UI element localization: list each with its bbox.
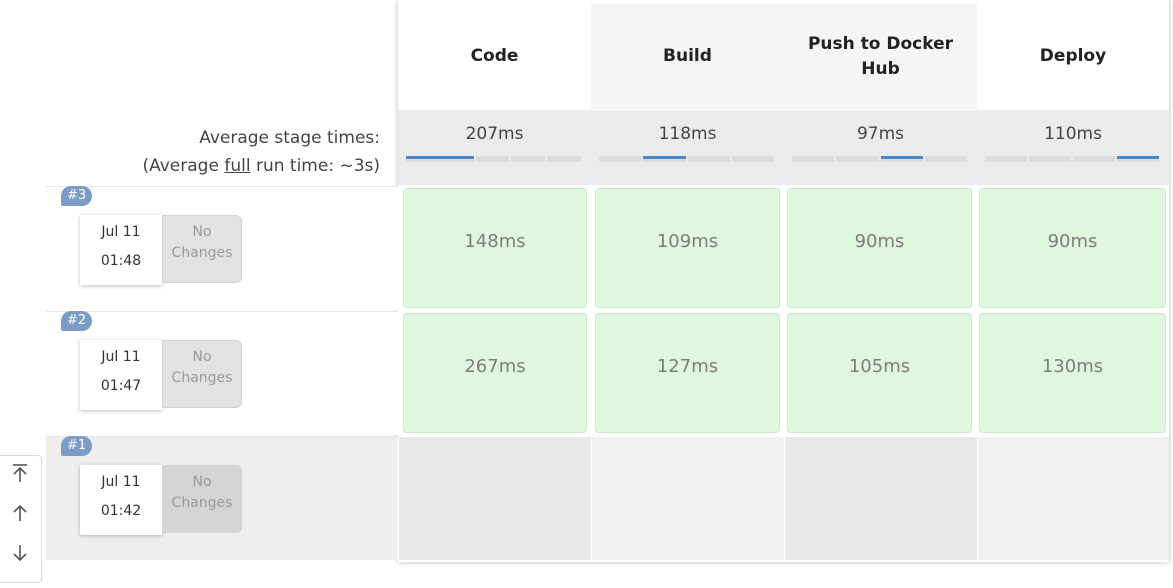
stage-cell-empty [399, 437, 591, 560]
stage-cell-empty [592, 437, 784, 560]
scroll-up-icon[interactable] [0, 496, 40, 536]
stage-cell-success[interactable]: 127ms [595, 313, 780, 433]
build-row: #1 Jul 11 01:42 No Changes [46, 436, 398, 560]
build-date-box[interactable]: Jul 11 01:48 [80, 215, 162, 285]
build-number-badge[interactable]: #2 [61, 311, 93, 331]
stage-cell-success[interactable]: 267ms [403, 313, 587, 433]
scroll-controls [0, 455, 42, 583]
build-date-box[interactable]: Jul 11 01:47 [80, 340, 162, 410]
changes-box[interactable]: No Changes [162, 215, 242, 283]
stage-cell-empty [785, 437, 977, 560]
stage-progress-bar [792, 156, 969, 162]
stage-cell-success[interactable]: 109ms [595, 188, 780, 308]
stage-header-deploy: Deploy [977, 4, 1169, 109]
build-row: #3 Jul 11 01:48 No Changes [46, 186, 398, 310]
stage-cell-success[interactable]: 130ms [979, 313, 1166, 433]
stage-cell-success[interactable]: 90ms [787, 188, 972, 308]
full-run-link[interactable]: full [224, 156, 250, 176]
stage-cell-success[interactable]: 148ms [403, 188, 587, 308]
build-row: #2 Jul 11 01:47 No Changes [46, 311, 398, 435]
stage-progress-bar [599, 156, 776, 162]
scroll-to-top-icon[interactable] [0, 456, 40, 496]
average-time-build: 118ms [591, 110, 784, 185]
stage-cell-success[interactable]: 90ms [979, 188, 1166, 308]
stage-header-push: Push to Docker Hub [784, 4, 977, 109]
changes-box[interactable]: No Changes [162, 465, 242, 533]
changes-box[interactable]: No Changes [162, 340, 242, 408]
stage-header-build: Build [591, 4, 784, 109]
build-number-badge[interactable]: #3 [61, 186, 93, 206]
stage-cell-empty [978, 437, 1169, 560]
average-time-deploy: 110ms [977, 110, 1169, 185]
stage-progress-bar [406, 156, 583, 162]
average-time-push: 97ms [784, 110, 977, 185]
average-stage-times-label: Average stage times: (Average full run t… [142, 128, 380, 177]
stage-header-code: Code [398, 4, 591, 109]
build-date-box[interactable]: Jul 11 01:42 [80, 465, 162, 535]
average-time-code: 207ms [398, 110, 591, 185]
stage-progress-bar [985, 156, 1161, 162]
build-number-badge[interactable]: #1 [61, 436, 93, 456]
stage-cell-success[interactable]: 105ms [787, 313, 972, 433]
scroll-down-icon[interactable] [0, 536, 40, 576]
